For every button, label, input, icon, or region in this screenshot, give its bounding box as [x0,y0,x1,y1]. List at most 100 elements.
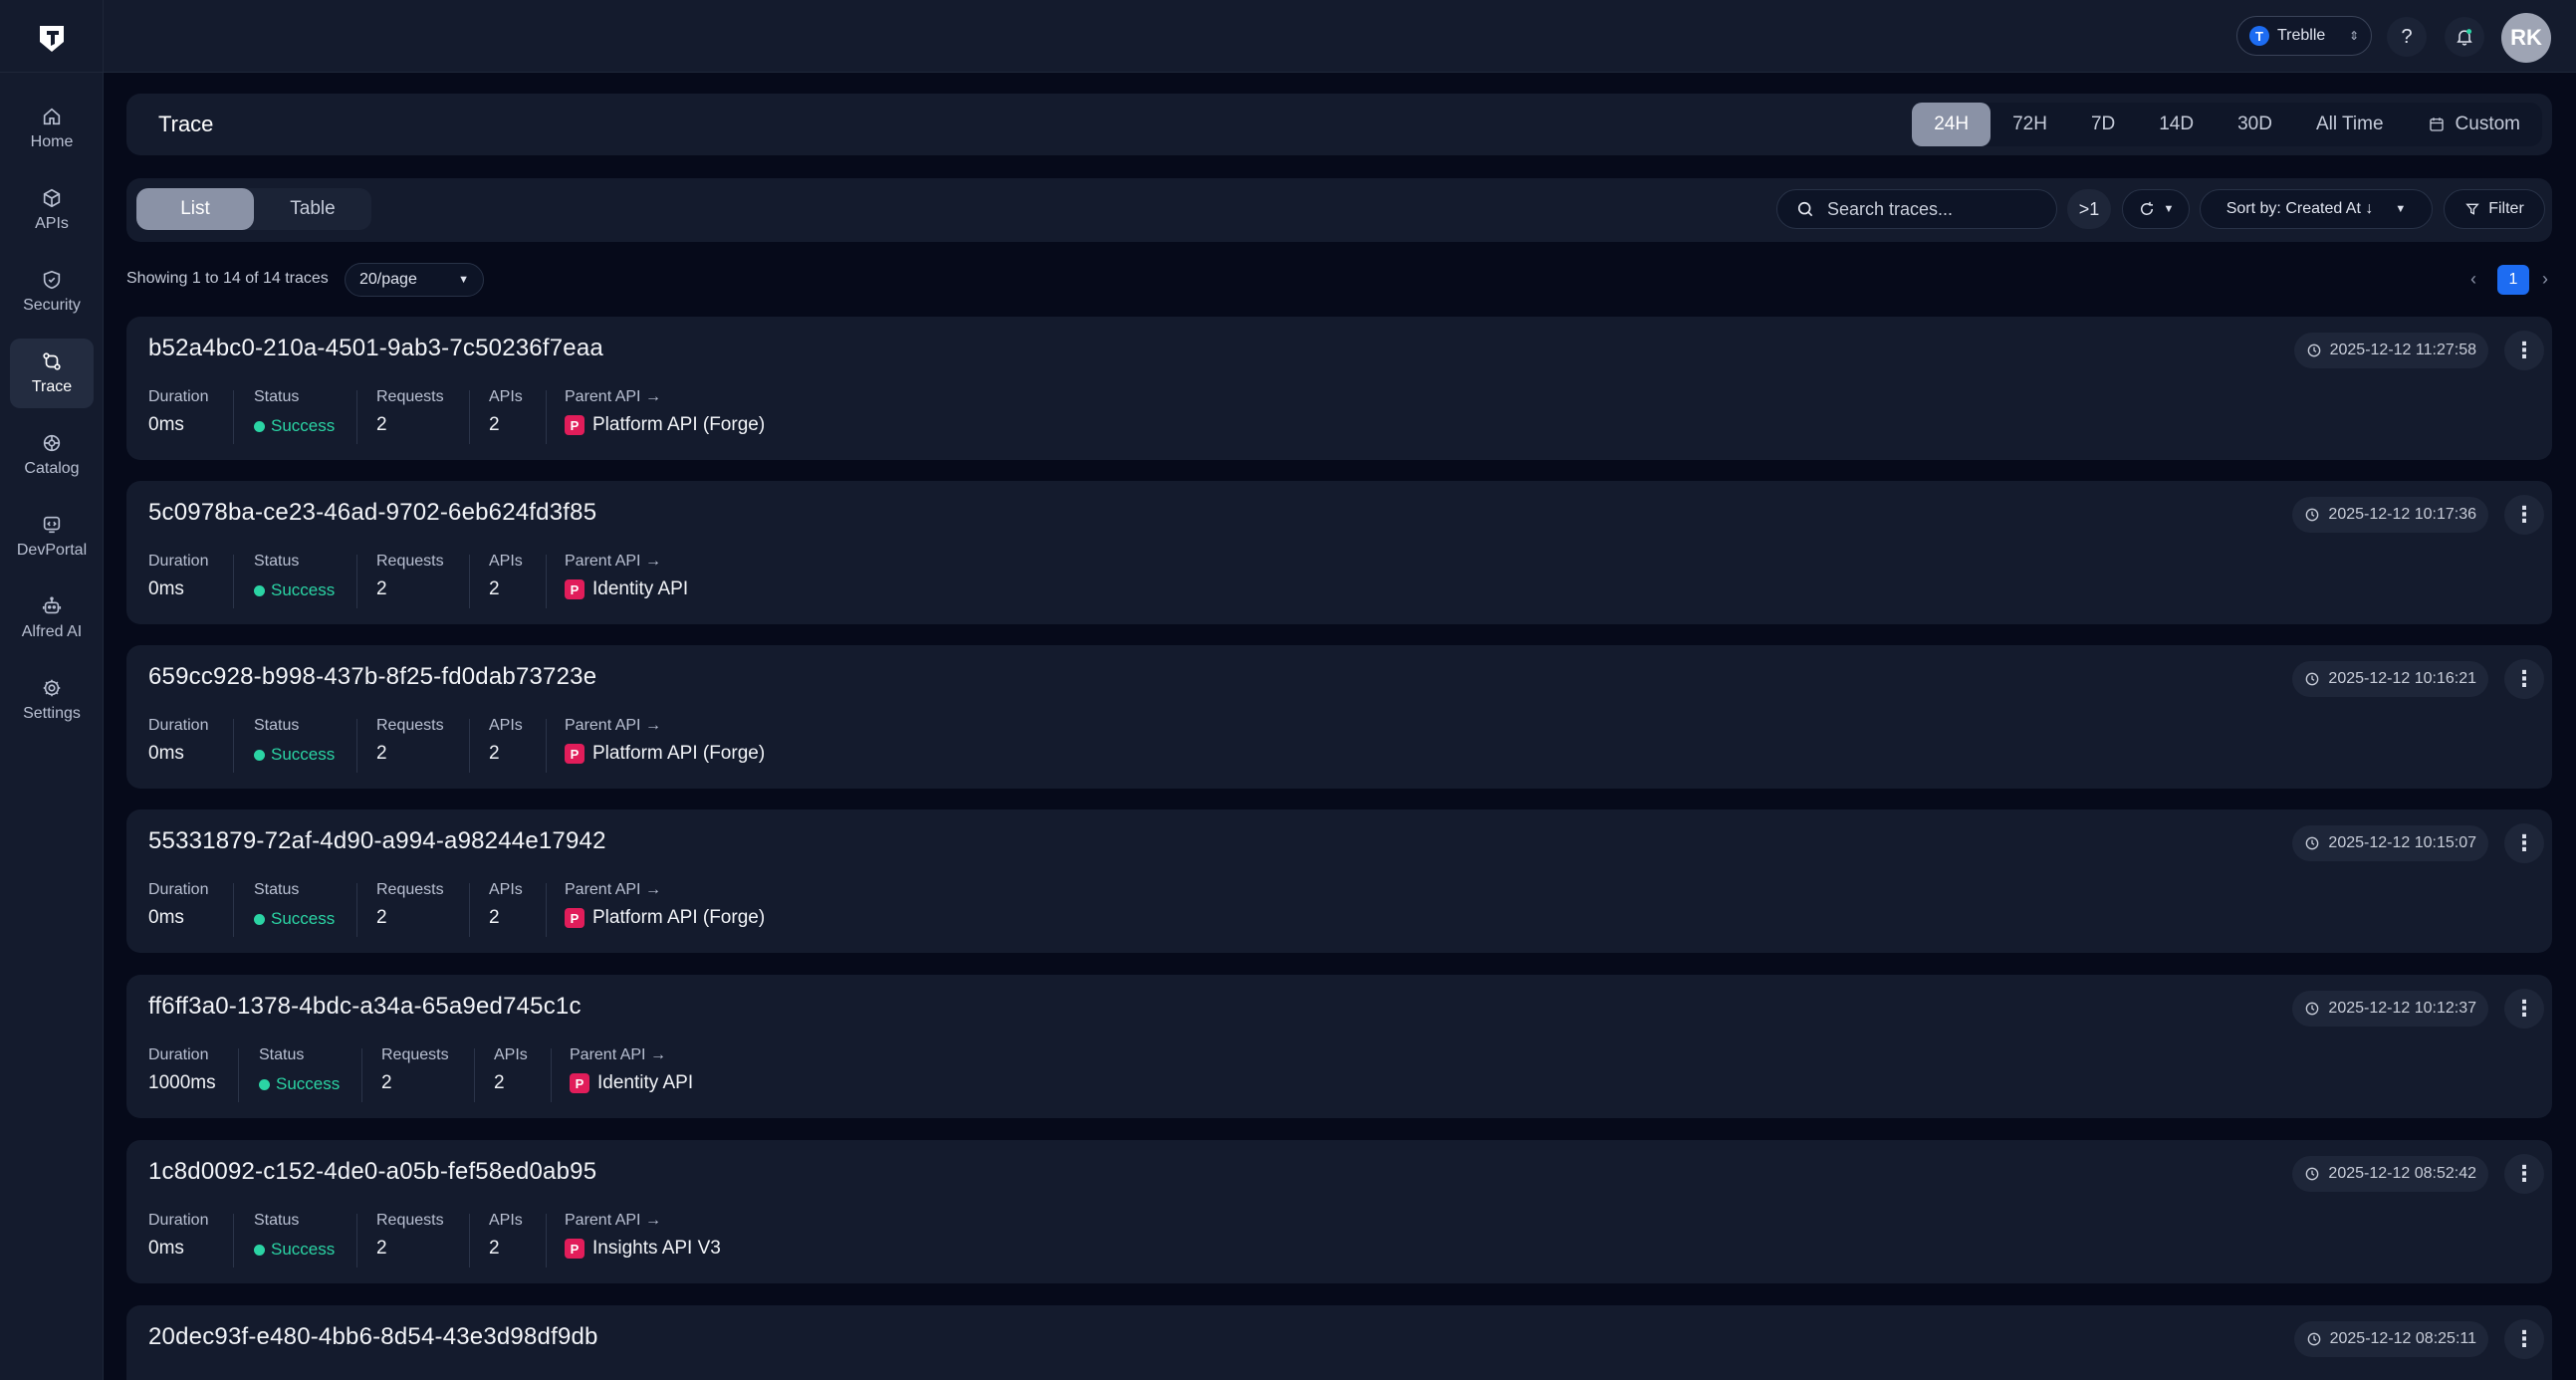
depth-filter-button[interactable]: >1 [2067,189,2111,229]
user-initials: RK [2510,25,2542,50]
trace-card[interactable]: 5c0978ba-ce23-46ad-9702-6eb624fd3f85 202… [126,481,2552,624]
timestamp: 2025-12-12 10:17:36 [2328,506,2476,523]
more-options-button[interactable]: ⋮ [2504,331,2544,370]
treblle-logo[interactable] [34,20,70,56]
help-button[interactable]: ? [2387,17,2427,57]
parent-api-value[interactable]: Insights API V3 [592,1238,721,1260]
parent-api-badge: P [565,415,585,435]
chevron-down-icon: ▼ [458,274,469,286]
parent-api-metric[interactable]: Parent API → P Insights API V3 [565,1212,721,1260]
metric-divider [551,1048,552,1102]
view-table-button[interactable]: Table [254,188,371,230]
metric-label: Requests [376,1212,444,1229]
parent-api-value[interactable]: Platform API (Forge) [592,743,765,765]
trace-card[interactable]: 55331879-72af-4d90-a994-a98244e17942 202… [126,809,2552,953]
timestamp: 2025-12-12 10:16:21 [2328,670,2476,687]
filter-button[interactable]: Filter [2444,189,2545,229]
trace-card[interactable]: b52a4bc0-210a-4501-9ab3-7c50236f7eaa 202… [126,317,2552,460]
per-page-select[interactable]: 20/page ▼ [345,263,484,297]
metric-label: Requests [376,553,444,570]
metric-label: APIs [489,881,523,898]
shield-icon [43,270,61,290]
trace-id[interactable]: ff6ff3a0-1378-4bdc-a34a-65a9ed745c1c [148,993,582,1021]
parent-api-value[interactable]: Identity API [592,578,688,600]
filter-icon [2465,203,2480,215]
range-30d[interactable]: 30D [2216,103,2294,146]
sidebar-item-alfred-ai[interactable]: Alfred AI [10,583,94,653]
parent-api-metric[interactable]: Parent API → P Identity API [565,553,688,600]
range-7d[interactable]: 7D [2069,103,2137,146]
sidebar-item-settings[interactable]: Settings [10,665,94,735]
sidebar-item-apis[interactable]: APIs [10,175,94,245]
sidebar-item-label: Alfred AI [21,623,83,640]
chevron-down-icon: ▼ [2163,203,2175,215]
parent-api-metric[interactable]: Parent API → P Platform API (Forge) [565,388,765,436]
trace-card[interactable]: 659cc928-b998-437b-8f25-fd0dab73723e 202… [126,645,2552,789]
trace-card[interactable]: 20dec93f-e480-4bb6-8d54-43e3d98df9db 202… [126,1305,2552,1380]
more-options-button[interactable]: ⋮ [2504,989,2544,1029]
trace-card[interactable]: 1c8d0092-c152-4de0-a05b-fef58ed0ab95 202… [126,1140,2552,1283]
requests-value: 2 [376,907,387,928]
range-all-time[interactable]: All Time [2294,103,2406,146]
metric-label: Duration [148,553,209,570]
sidebar-item-home[interactable]: Home [10,94,94,163]
sidebar-item-catalog[interactable]: Catalog [10,420,94,490]
metric-divider [546,719,547,773]
range-72h[interactable]: 72H [1991,103,2069,146]
parent-api-metric[interactable]: Parent API → P Identity API [570,1046,693,1094]
trace-id[interactable]: 55331879-72af-4d90-a994-a98244e17942 [148,827,606,855]
range-14d[interactable]: 14D [2137,103,2216,146]
sidebar-item-security[interactable]: Security [10,257,94,327]
trace-card[interactable]: ff6ff3a0-1378-4bdc-a34a-65a9ed745c1c 202… [126,975,2552,1118]
org-switcher[interactable]: T Treblle ⇕ [2236,16,2372,56]
more-options-button[interactable]: ⋮ [2504,659,2544,699]
user-avatar[interactable]: RK [2501,13,2551,63]
view-list-button[interactable]: List [136,188,254,230]
trace-id[interactable]: 5c0978ba-ce23-46ad-9702-6eb624fd3f85 [148,499,596,527]
sidebar-item-trace[interactable]: Trace [10,339,94,408]
parent-api-metric[interactable]: Parent API → P Platform API (Forge) [565,717,765,765]
bell-icon [2457,29,2472,46]
range-custom[interactable]: Custom [2406,103,2542,146]
search-field[interactable] [1776,189,2057,229]
devportal-icon [43,516,61,534]
parent-api-metric[interactable]: Parent API → P Platform API (Forge) [565,881,765,929]
chevron-right-icon[interactable]: › [2542,269,2548,290]
refresh-button[interactable]: ▼ [2122,189,2190,229]
sort-dropdown[interactable]: Sort by: Created At ↓ ▼ [2200,189,2433,229]
trace-id[interactable]: 20dec93f-e480-4bb6-8d54-43e3d98df9db [148,1323,598,1351]
more-options-button[interactable]: ⋮ [2504,1319,2544,1359]
trace-id[interactable]: 659cc928-b998-437b-8f25-fd0dab73723e [148,663,596,691]
parent-api-value[interactable]: Platform API (Forge) [592,414,765,436]
search-input[interactable] [1827,198,2026,220]
parent-api-value[interactable]: Platform API (Forge) [592,907,765,929]
page-number-button[interactable]: 1 [2497,265,2529,295]
metric-divider [356,883,357,937]
timestamp-chip: 2025-12-12 11:27:58 [2293,333,2488,368]
notifications-button[interactable] [2445,17,2484,57]
status-metric: Status Success [254,388,335,436]
trace-id[interactable]: 1c8d0092-c152-4de0-a05b-fef58ed0ab95 [148,1158,596,1186]
sidebar-item-devportal[interactable]: DevPortal [10,502,94,572]
more-options-button[interactable]: ⋮ [2504,823,2544,863]
duration-value: 0ms [148,907,184,928]
duration-metric: Duration 0ms [148,1212,208,1260]
metric-divider [469,1214,470,1267]
clock-icon [2306,836,2319,850]
timestamp: 2025-12-12 08:25:11 [2329,1330,2476,1347]
status-metric: Status Success [254,553,335,600]
apis-metric: APIs 2 [489,717,523,765]
time-range-selector: 24H 72H 7D 14D 30D All Time Custom [1912,103,2542,146]
more-options-button[interactable]: ⋮ [2504,495,2544,535]
metric-divider [469,719,470,773]
sidebar-item-label: Security [23,297,81,314]
chevron-left-icon[interactable]: ‹ [2470,269,2476,290]
metric-label: Duration [148,881,209,898]
trace-id[interactable]: b52a4bc0-210a-4501-9ab3-7c50236f7eaa [148,335,603,362]
parent-api-value[interactable]: Identity API [597,1072,693,1094]
range-24h[interactable]: 24H [1912,103,1991,146]
metric-label: Status [254,1212,300,1229]
status-value: Success [271,909,336,928]
apis-value: 2 [489,414,500,435]
more-options-button[interactable]: ⋮ [2504,1154,2544,1194]
